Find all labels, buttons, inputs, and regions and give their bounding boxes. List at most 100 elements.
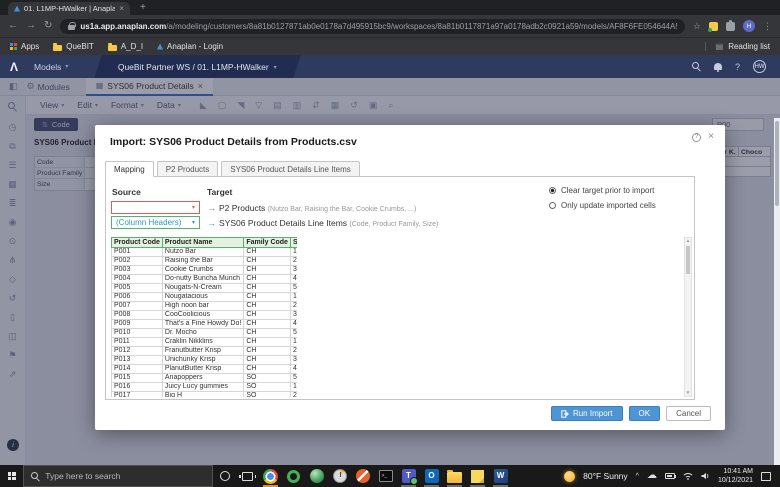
- Nougats-N-Cream: P005 Nougats-N-Cream CH 500g: [111, 283, 297, 293]
- search-input[interactable]: [45, 471, 205, 481]
- anaplan-header: Λ Models ▾ QueBit Partner WS / 01. L1MP-H…: [0, 55, 780, 78]
- taskbar-clock[interactable]: 10:41 AM 10/12/2021: [718, 467, 753, 486]
- taskbar-outlook[interactable]: O: [420, 465, 443, 487]
- green-ring-app-icon: [287, 469, 300, 483]
- back-icon[interactable]: ←: [8, 21, 18, 31]
- onedrive-cloud-icon[interactable]: ☁: [647, 471, 657, 481]
- taskbar-orange-app[interactable]: [351, 465, 374, 487]
- import-dialog: ? × Import: SYS06 Product Details from P…: [95, 125, 725, 430]
- reading-list-button[interactable]: ▤ Reading list: [704, 42, 770, 51]
- anaplan-favicon-icon: [157, 43, 164, 50]
- network-icon[interactable]: [683, 472, 693, 480]
- help-icon[interactable]: ?: [735, 62, 740, 72]
- dialog-tabs: Mapping P2 Products SYS06 Product Detail…: [105, 161, 363, 177]
- source-select-1[interactable]: ▾: [111, 201, 200, 214]
- weather-text[interactable]: 80°F Sunny: [583, 471, 628, 481]
- scroll-up-icon[interactable]: ▲: [685, 238, 691, 244]
- table-header-cell: Family Code: [243, 237, 291, 248]
- browser-tab[interactable]: 01. L1MP-HWalker | Anaplan ×: [8, 2, 130, 15]
- table-scrollbar[interactable]: ▲ ▼: [684, 237, 692, 397]
- action-center-icon[interactable]: [761, 471, 771, 481]
- dialog-help-icon[interactable]: ?: [692, 132, 702, 142]
- taskbar-word[interactable]: W: [489, 465, 512, 487]
- url-text: us1a.app.anaplan.com/a/modeling/customer…: [80, 21, 677, 31]
- file-explorer-icon: [447, 469, 462, 483]
- tab-close-icon[interactable]: ×: [119, 4, 124, 13]
- taskbar-file-explorer[interactable]: [443, 465, 466, 487]
- table-header-cell: Product Name: [161, 237, 245, 248]
- dialog-footer: Run Import OK Cancel: [550, 406, 711, 421]
- taskbar-chrome[interactable]: [259, 465, 282, 487]
- taskbar-green-ring-app[interactable]: [282, 465, 305, 487]
- weather-sun-icon[interactable]: [564, 470, 576, 482]
- mapping-panel: Source Target ▾ → P2 Products (Nutzo Bar…: [105, 176, 695, 400]
- option-update-only[interactable]: Only update imported cells: [549, 201, 656, 210]
- bookmark-folder-adi[interactable]: A_D_I: [107, 42, 143, 51]
- browser-tab-title: 01. L1MP-HWalker | Anaplan: [24, 4, 116, 13]
- browser-menu-icon[interactable]: ⋮: [763, 21, 772, 32]
- volume-icon[interactable]: [701, 472, 710, 480]
- taskbar-search[interactable]: [23, 465, 213, 487]
- extension-icon[interactable]: [708, 21, 718, 32]
- extensions-puzzle-icon[interactable]: [726, 19, 735, 31]
- run-import-icon: [561, 409, 569, 418]
- battery-icon[interactable]: [664, 473, 677, 479]
- search-icon[interactable]: [691, 62, 701, 71]
- user-avatar[interactable]: HW: [753, 60, 766, 73]
- scrollbar-thumb[interactable]: [686, 246, 690, 274]
- browser-navbar: ← → ↻ us1a.app.anaplan.com/a/modeling/cu…: [0, 15, 780, 37]
- url-bar[interactable]: us1a.app.anaplan.com/a/modeling/customer…: [60, 18, 685, 34]
- cortana-button[interactable]: [213, 465, 236, 487]
- taskbar-clock-app[interactable]: [328, 465, 351, 487]
- radio-selected-icon[interactable]: [549, 187, 556, 194]
- anaplan-favicon-icon: [14, 5, 20, 12]
- screen: 01. L1MP-HWalker | Anaplan × + ← → ↻ us1…: [0, 0, 780, 487]
- cancel-button[interactable]: Cancel: [666, 406, 711, 421]
- folder-icon: [53, 42, 63, 51]
- task-view-button[interactable]: [236, 465, 259, 487]
- taskbar-teams[interactable]: T: [397, 465, 420, 487]
- reload-icon[interactable]: ↻: [44, 21, 52, 31]
- lock-icon: [68, 21, 77, 30]
- tray-chevron-icon[interactable]: ^: [636, 473, 639, 480]
- bookmark-star-icon[interactable]: ☆: [693, 21, 701, 32]
- bookmark-anaplan-login[interactable]: Anaplan - Login: [157, 42, 223, 51]
- High noon bar: P007 High noon bar CH 200g: [111, 301, 297, 311]
- target-label: Target: [207, 187, 233, 197]
- notifications-bell-icon[interactable]: [713, 63, 722, 72]
- tab-p2-products[interactable]: P2 Products: [156, 161, 219, 177]
- ok-button[interactable]: OK: [628, 406, 661, 421]
- reading-list-icon: ▤: [715, 42, 724, 51]
- taskbar-terminal[interactable]: >_: [374, 465, 397, 487]
- bookmark-apps[interactable]: Apps: [10, 42, 39, 51]
- CooCoolicious: P008 CooCoolicious CH 300g: [111, 310, 297, 320]
- task-view-icon: [239, 471, 256, 481]
- models-dropdown[interactable]: Models ▾: [34, 62, 68, 72]
- green-sphere-app-icon: [309, 469, 324, 483]
- browser-profile-avatar[interactable]: H: [743, 20, 755, 32]
- source-select-2[interactable]: (Column Headers) ▾: [111, 216, 200, 229]
- new-tab-button[interactable]: +: [140, 3, 146, 13]
- taskbar-sticky-notes[interactable]: [466, 465, 489, 487]
- scroll-down-icon[interactable]: ▼: [685, 390, 691, 396]
- scrollbar-thumb[interactable]: [775, 121, 779, 206]
- option-clear-target[interactable]: Clear target prior to import: [549, 186, 656, 195]
- page-scrollbar[interactable]: [774, 118, 780, 465]
- forward-icon[interactable]: →: [26, 21, 36, 31]
- radio-icon[interactable]: [549, 202, 556, 209]
- system-tray: 80°F Sunny ^ ☁ 10:41 AM 10/12/2021: [564, 467, 780, 486]
- outlook-icon: O: [424, 469, 439, 483]
- tab-mapping[interactable]: Mapping: [105, 161, 154, 177]
- taskbar-green-sphere-app[interactable]: [305, 465, 328, 487]
- app-body: ◧ ⚙ Modules ▦ SYS06 Product Details × ◷ ⧉ ☰…: [0, 78, 780, 465]
- bookmark-folder-quebit[interactable]: QueBIT: [53, 42, 94, 51]
- tab-sys06-line-items[interactable]: SYS06 Product Details Line Items: [221, 161, 360, 177]
- start-button[interactable]: [0, 465, 23, 487]
- chevron-down-icon: ▾: [274, 64, 278, 70]
- run-import-button[interactable]: Run Import: [550, 406, 623, 421]
- workspace-model-dropdown[interactable]: QueBit Partner WS / 01. L1MP-HWalker ▾: [94, 55, 302, 78]
- dialog-close-icon[interactable]: ×: [708, 132, 714, 142]
- word-icon: W: [493, 469, 508, 483]
- Craklin Nikklins: P011 Craklin Nikklins CH 100g: [111, 337, 297, 347]
- table-header-cell: Size: [289, 237, 297, 248]
